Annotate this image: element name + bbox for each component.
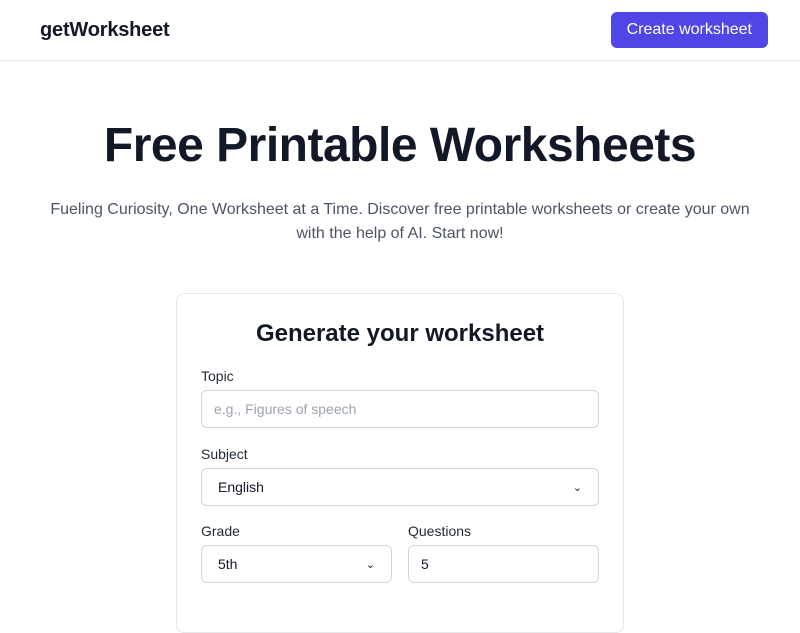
topic-input[interactable] [201,390,599,428]
form-title: Generate your worksheet [255,320,545,347]
site-logo[interactable]: getWorksheet [40,19,170,42]
chevron-down-icon: ⌄ [572,481,582,494]
topic-label: Topic [201,368,234,384]
questions-label: Questions [408,523,472,539]
create-worksheet-button[interactable]: Create worksheet [610,12,768,48]
subject-select[interactable]: English ⌄ [201,468,599,506]
grade-select[interactable]: 5th ⌄ [201,545,392,583]
grade-selected-value: 5th [218,556,238,572]
chevron-down-icon: ⌄ [365,558,375,571]
questions-input[interactable] [408,545,599,583]
hero-subtitle: Fueling Curiosity, One Worksheet at a Ti… [50,201,750,242]
subject-label: Subject [201,446,248,462]
hero-title: Free Printable Worksheets [103,119,697,172]
subject-selected-value: English [218,479,264,495]
grade-label: Grade [201,523,240,539]
top-navbar: getWorksheet Create worksheet [0,0,800,61]
worksheet-generator-card: Generate your worksheet Topic Subject En… [176,293,624,633]
